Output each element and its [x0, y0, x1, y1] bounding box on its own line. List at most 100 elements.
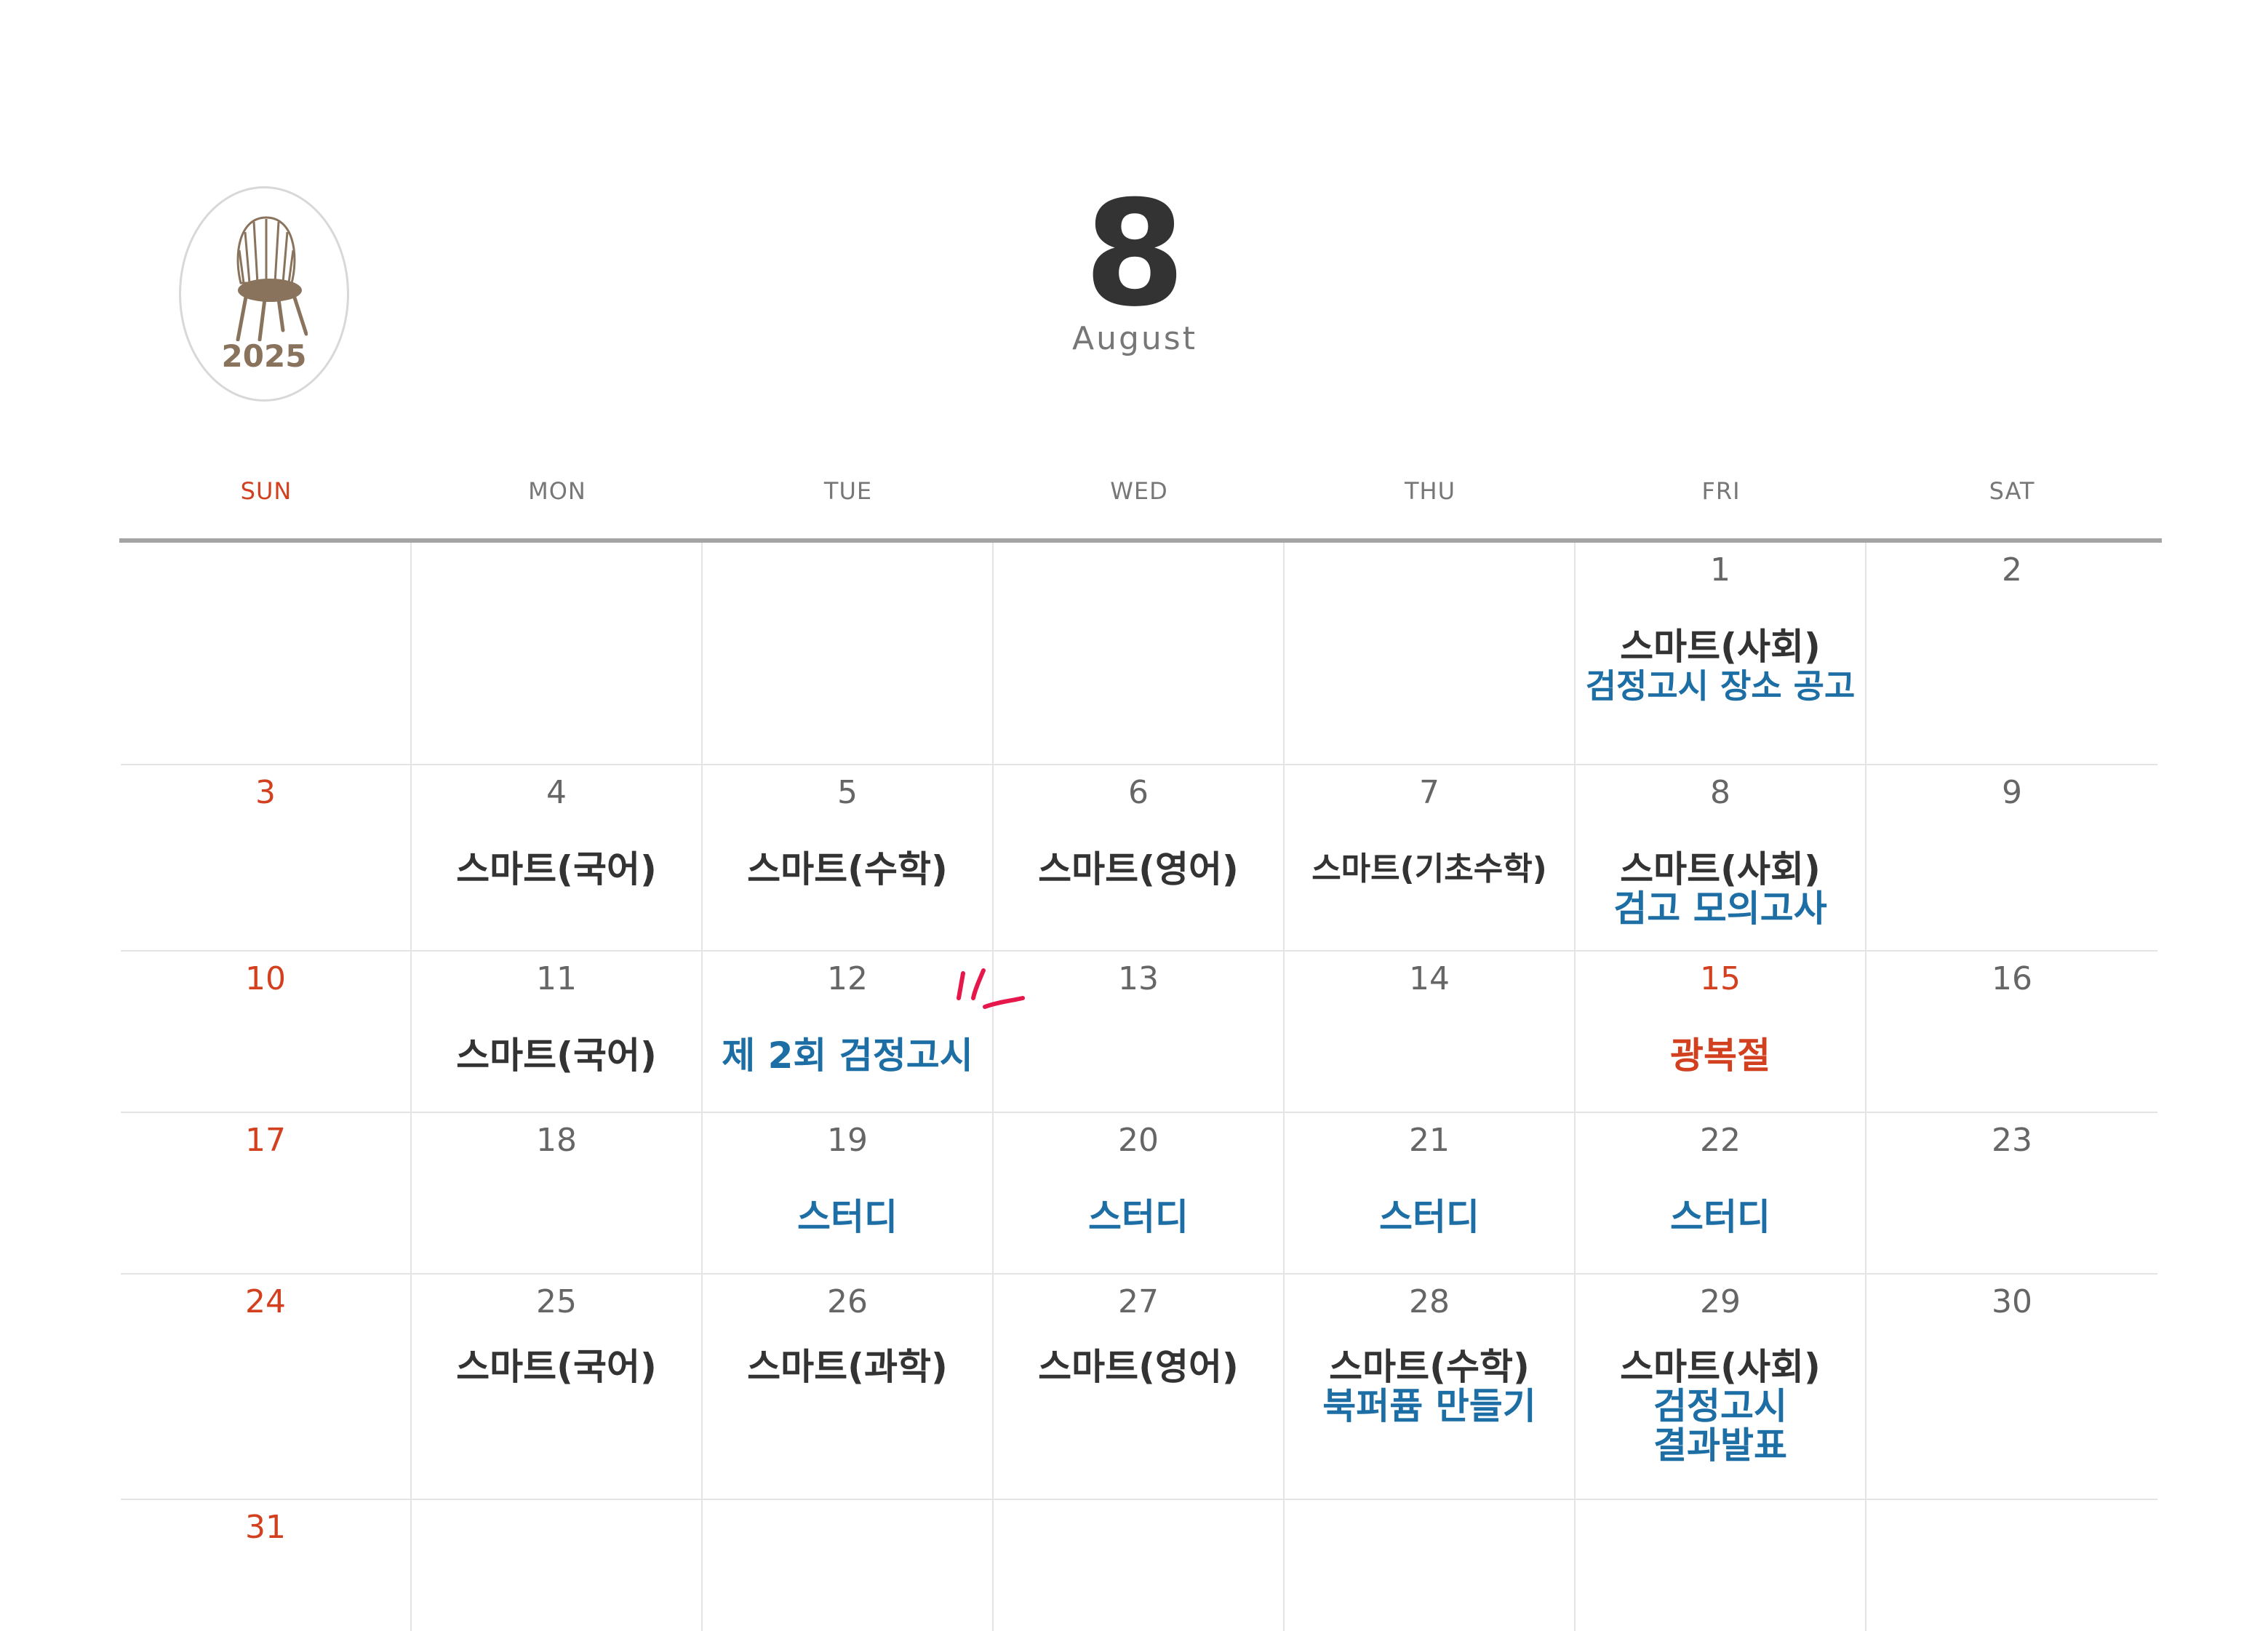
day-events: 스마트(영어)	[994, 1347, 1283, 1387]
day-cell[interactable]: 22 스터디	[1576, 1113, 1866, 1273]
event-label: 스마트(수학)	[747, 848, 948, 890]
day-cell[interactable]: 29 스마트(사회) 검정고시 결과발표	[1576, 1275, 1866, 1499]
day-cell[interactable]: 13	[994, 952, 1285, 1112]
week-row: 3 4 스마트(국어) 5 스마트(수학) 6 스마트(영어) 7 스마트(기초수학) 8 스마트(…	[121, 765, 2157, 952]
day-cell[interactable]: 6 스마트(영어)	[994, 765, 1285, 950]
day-events: 스마트(국어)	[412, 1347, 701, 1387]
event-label: 스마트(수학)	[1329, 1346, 1530, 1388]
weekday-fri: FRI	[1701, 477, 1741, 505]
day-cell[interactable]	[994, 543, 1285, 764]
day-number: 4	[546, 774, 567, 811]
day-cell[interactable]: 8 스마트(사회) 검고 모의고사	[1576, 765, 1866, 950]
day-events: 스터디	[1576, 1197, 1865, 1237]
day-events: 스마트(사회) 검고 모의고사	[1576, 850, 1865, 928]
day-number: 6	[1128, 774, 1149, 811]
weekday-wed: WED	[1110, 477, 1168, 505]
day-cell[interactable]: 20 스터디	[994, 1113, 1285, 1273]
day-cell[interactable]: 14	[1285, 952, 1576, 1112]
day-cell[interactable]: 11 스마트(국어)	[412, 952, 703, 1112]
day-number: 9	[2002, 774, 2022, 811]
day-cell[interactable]: 17	[121, 1113, 412, 1273]
event-label: 북퍼퓸 만들기	[1322, 1385, 1536, 1427]
day-cell[interactable]	[1285, 1500, 1576, 1631]
event-label: 스마트(사회)	[1620, 848, 1821, 890]
day-cell[interactable]	[121, 543, 412, 764]
day-number: 27	[1118, 1283, 1159, 1320]
day-cell[interactable]: 15 광복절	[1576, 952, 1866, 1112]
event-label: 스마트(국어)	[456, 1346, 657, 1388]
day-number: 5	[837, 774, 858, 811]
week-row: 17 18 19 스터디 20 스터디 21 스터디 22 스터디 23	[121, 1113, 2157, 1275]
day-number: 10	[245, 960, 286, 997]
week-row: 10 11 스마트(국어) 12 제 2회 검정고시 13 14 15 광복절 16	[121, 952, 2157, 1113]
day-cell[interactable]: 4 스마트(국어)	[412, 765, 703, 950]
weekday-sun: SUN	[240, 477, 292, 505]
day-cell[interactable]: 26 스마트(과학)	[703, 1275, 994, 1499]
day-cell[interactable]: 5 스마트(수학)	[703, 765, 994, 950]
day-cell[interactable]: 10	[121, 952, 412, 1112]
month-name: August	[1072, 320, 1197, 357]
event-label: 결과발표	[1653, 1424, 1787, 1467]
day-cell[interactable]: 24	[121, 1275, 412, 1499]
day-cell[interactable]	[1866, 1500, 2157, 1631]
event-label: 스마트(영어)	[1038, 1346, 1239, 1388]
day-cell[interactable]: 30	[1866, 1275, 2157, 1499]
day-number: 14	[1409, 960, 1450, 997]
day-number: 7	[1419, 774, 1440, 811]
day-events: 스마트(수학)	[703, 850, 992, 889]
day-cell[interactable]: 3	[121, 765, 412, 950]
day-events: 스마트(영어)	[994, 850, 1283, 889]
day-number: 24	[245, 1283, 286, 1320]
day-cell[interactable]	[703, 543, 994, 764]
day-number: 22	[1700, 1122, 1741, 1159]
day-cell[interactable]: 19 스터디	[703, 1113, 994, 1273]
day-cell[interactable]: 18	[412, 1113, 703, 1273]
day-cell[interactable]	[994, 1500, 1285, 1631]
day-cell[interactable]: 1 스마트(사회) 검정고시 장소 공고	[1576, 543, 1866, 764]
week-row: 24 25 스마트(국어) 26 스마트(과학) 27 스마트(영어) 28 스마트(수학) 북퍼…	[121, 1275, 2157, 1500]
day-number: 26	[827, 1283, 868, 1320]
day-events: 스마트(기초수학)	[1285, 850, 1574, 889]
day-cell[interactable]: 16	[1866, 952, 2157, 1112]
event-label: 스터디	[1379, 1196, 1480, 1238]
day-events: 광복절	[1576, 1036, 1865, 1075]
month-number: 8	[1084, 170, 1186, 339]
event-label: 스터디	[1088, 1196, 1189, 1238]
day-cell[interactable]: 28 스마트(수학) 북퍼퓸 만들기	[1285, 1275, 1576, 1499]
day-cell[interactable]: 25 스마트(국어)	[412, 1275, 703, 1499]
day-number: 21	[1409, 1122, 1450, 1159]
day-cell[interactable]: 2	[1866, 543, 2157, 764]
day-number: 13	[1118, 960, 1159, 997]
day-cell[interactable]: 12 제 2회 검정고시	[703, 952, 994, 1112]
day-cell[interactable]	[412, 1500, 703, 1631]
day-cell[interactable]	[1576, 1500, 1866, 1631]
day-events: 스마트(사회) 검정고시 결과발표	[1576, 1347, 1865, 1465]
event-label: 스마트(영어)	[1038, 848, 1239, 890]
day-cell[interactable]: 9	[1866, 765, 2157, 950]
day-cell[interactable]	[703, 1500, 994, 1631]
day-number: 2	[2002, 551, 2022, 589]
day-number: 17	[245, 1122, 286, 1159]
day-cell[interactable]: 21 스터디	[1285, 1113, 1576, 1273]
day-cell[interactable]: 27 스마트(영어)	[994, 1275, 1285, 1499]
day-cell[interactable]: 23	[1866, 1113, 2157, 1273]
day-cell[interactable]: 31	[121, 1500, 412, 1631]
weekday-sat: SAT	[1989, 477, 2035, 505]
event-label: 스터디	[1670, 1196, 1770, 1238]
day-number: 25	[536, 1283, 577, 1320]
event-label: 스마트(기초수학)	[1311, 850, 1547, 888]
weekday-mon: MON	[528, 477, 586, 505]
day-cell[interactable]	[1285, 543, 1576, 764]
day-cell[interactable]	[412, 543, 703, 764]
event-label: 스마트(사회)	[1620, 626, 1821, 668]
week-row: 1 스마트(사회) 검정고시 장소 공고 2	[121, 543, 2157, 765]
day-number: 31	[245, 1509, 286, 1546]
chair-icon	[236, 216, 308, 341]
day-events: 스터디	[703, 1197, 992, 1237]
day-number: 20	[1118, 1122, 1159, 1159]
event-label: 스터디	[797, 1196, 898, 1238]
weekday-tue: TUE	[823, 477, 873, 505]
day-cell[interactable]: 7 스마트(기초수학)	[1285, 765, 1576, 950]
event-label: 제 2회 검정고시	[722, 1034, 973, 1077]
event-label: 검고 모의고사	[1613, 888, 1827, 930]
